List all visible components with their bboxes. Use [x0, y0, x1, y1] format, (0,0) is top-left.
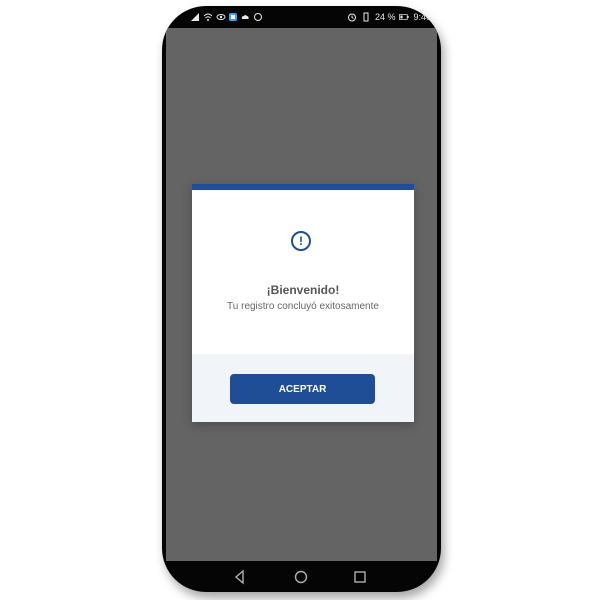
- navigation-bar: [162, 561, 441, 592]
- dialog-title: ¡Bienvenido!: [266, 283, 340, 297]
- wifi-icon: [203, 12, 213, 22]
- app-icon: [253, 12, 263, 22]
- signal-icon: [190, 12, 200, 22]
- status-left-icons: [190, 6, 263, 28]
- back-icon[interactable]: [232, 569, 248, 585]
- recent-apps-icon[interactable]: [352, 569, 368, 585]
- welcome-dialog: ! ¡Bienvenido! Tu registro concluyó exit…: [192, 184, 414, 422]
- dialog-body: ! ¡Bienvenido! Tu registro concluyó exit…: [192, 190, 414, 354]
- exclamation-circle-icon: !: [291, 231, 311, 251]
- vibrate-icon: [361, 12, 371, 22]
- eye-icon: [216, 12, 226, 22]
- alarm-icon: [347, 12, 357, 22]
- home-icon[interactable]: [293, 569, 309, 585]
- battery-icon: [399, 12, 410, 22]
- status-right-icons: 24 % 9:40: [347, 6, 431, 28]
- accept-button[interactable]: ACEPTAR: [230, 374, 375, 404]
- phone-frame: 24 % 9:40 ! ¡Bienvenido! Tu registro con…: [162, 6, 441, 592]
- dialog-subtitle: Tu registro concluyó exitosamente: [227, 301, 379, 312]
- app-badge-icon: [229, 13, 237, 21]
- dialog-footer: ACEPTAR: [192, 354, 414, 422]
- status-time: 9:40: [413, 12, 431, 22]
- status-bar: 24 % 9:40: [162, 6, 441, 28]
- battery-percent: 24 %: [374, 12, 396, 22]
- cloud-icon: [240, 12, 250, 22]
- app-screen-overlay: ! ¡Bienvenido! Tu registro concluyó exit…: [166, 28, 437, 561]
